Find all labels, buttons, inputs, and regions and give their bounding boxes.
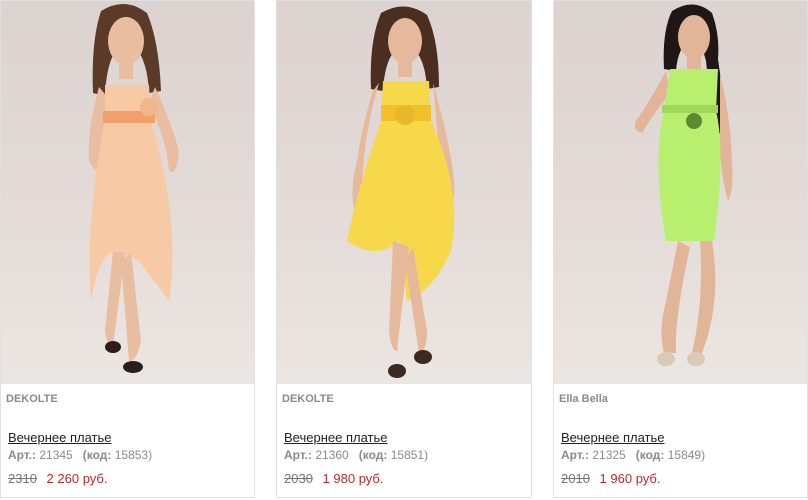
dress-shape: [658, 69, 721, 241]
model-photo-image: [88, 3, 179, 373]
product-card: DEKOLTE Вечернее платье Арт.: 21360 (код…: [276, 0, 532, 498]
product-title-link[interactable]: Вечернее платье: [284, 430, 387, 445]
code-value: 15849): [667, 448, 706, 462]
product-card: DEKOLTE Вечернее платье Арт.: 21345 (код…: [0, 0, 255, 498]
code-label: (код:: [635, 448, 665, 462]
new-price: 2 260 руб.: [46, 471, 108, 486]
product-meta: Арт.: 21325 (код: 15849): [561, 448, 705, 462]
product-photo-link[interactable]: [554, 1, 807, 384]
product-title-link[interactable]: Вечернее платье: [8, 430, 111, 445]
code-label: (код:: [358, 448, 388, 462]
price-block: 2010 1 960 руб.: [561, 471, 660, 486]
art-label: Арт.:: [284, 448, 312, 462]
brand-link[interactable]: Ella Bella: [559, 393, 608, 405]
product-grid: DEKOLTE Вечернее платье Арт.: 21345 (код…: [0, 0, 808, 500]
product-photo-link[interactable]: [277, 1, 531, 384]
price-block: 2030 1 980 руб.: [284, 471, 383, 486]
art-value: 21325: [592, 448, 626, 462]
brand-link[interactable]: DEKOLTE: [6, 393, 58, 405]
art-value: 21345: [39, 448, 73, 462]
art-value: 21360: [315, 448, 349, 462]
price-block: 2310 2 260 руб.: [8, 471, 107, 486]
code-value: 15853): [114, 448, 153, 462]
model-photo-image: [634, 4, 733, 366]
product-meta: Арт.: 21360 (код: 15851): [284, 448, 428, 462]
old-price: 2030: [284, 471, 313, 486]
art-label: Арт.:: [561, 448, 589, 462]
new-price: 1 960 руб.: [599, 471, 661, 486]
model-photo-image: [347, 6, 455, 378]
old-price: 2010: [561, 471, 590, 486]
code-value: 15851): [390, 448, 429, 462]
code-label: (код:: [82, 448, 112, 462]
product-photo-link[interactable]: [1, 1, 254, 384]
product-meta: Арт.: 21345 (код: 15853): [8, 448, 152, 462]
art-label: Арт.:: [8, 448, 36, 462]
old-price: 2310: [8, 471, 37, 486]
product-title-link[interactable]: Вечернее платье: [561, 430, 664, 445]
product-card: Ella Bella Вечернее платье Арт.: 21325 (…: [553, 0, 808, 498]
new-price: 1 980 руб.: [322, 471, 384, 486]
brand-link[interactable]: DEKOLTE: [282, 393, 334, 405]
